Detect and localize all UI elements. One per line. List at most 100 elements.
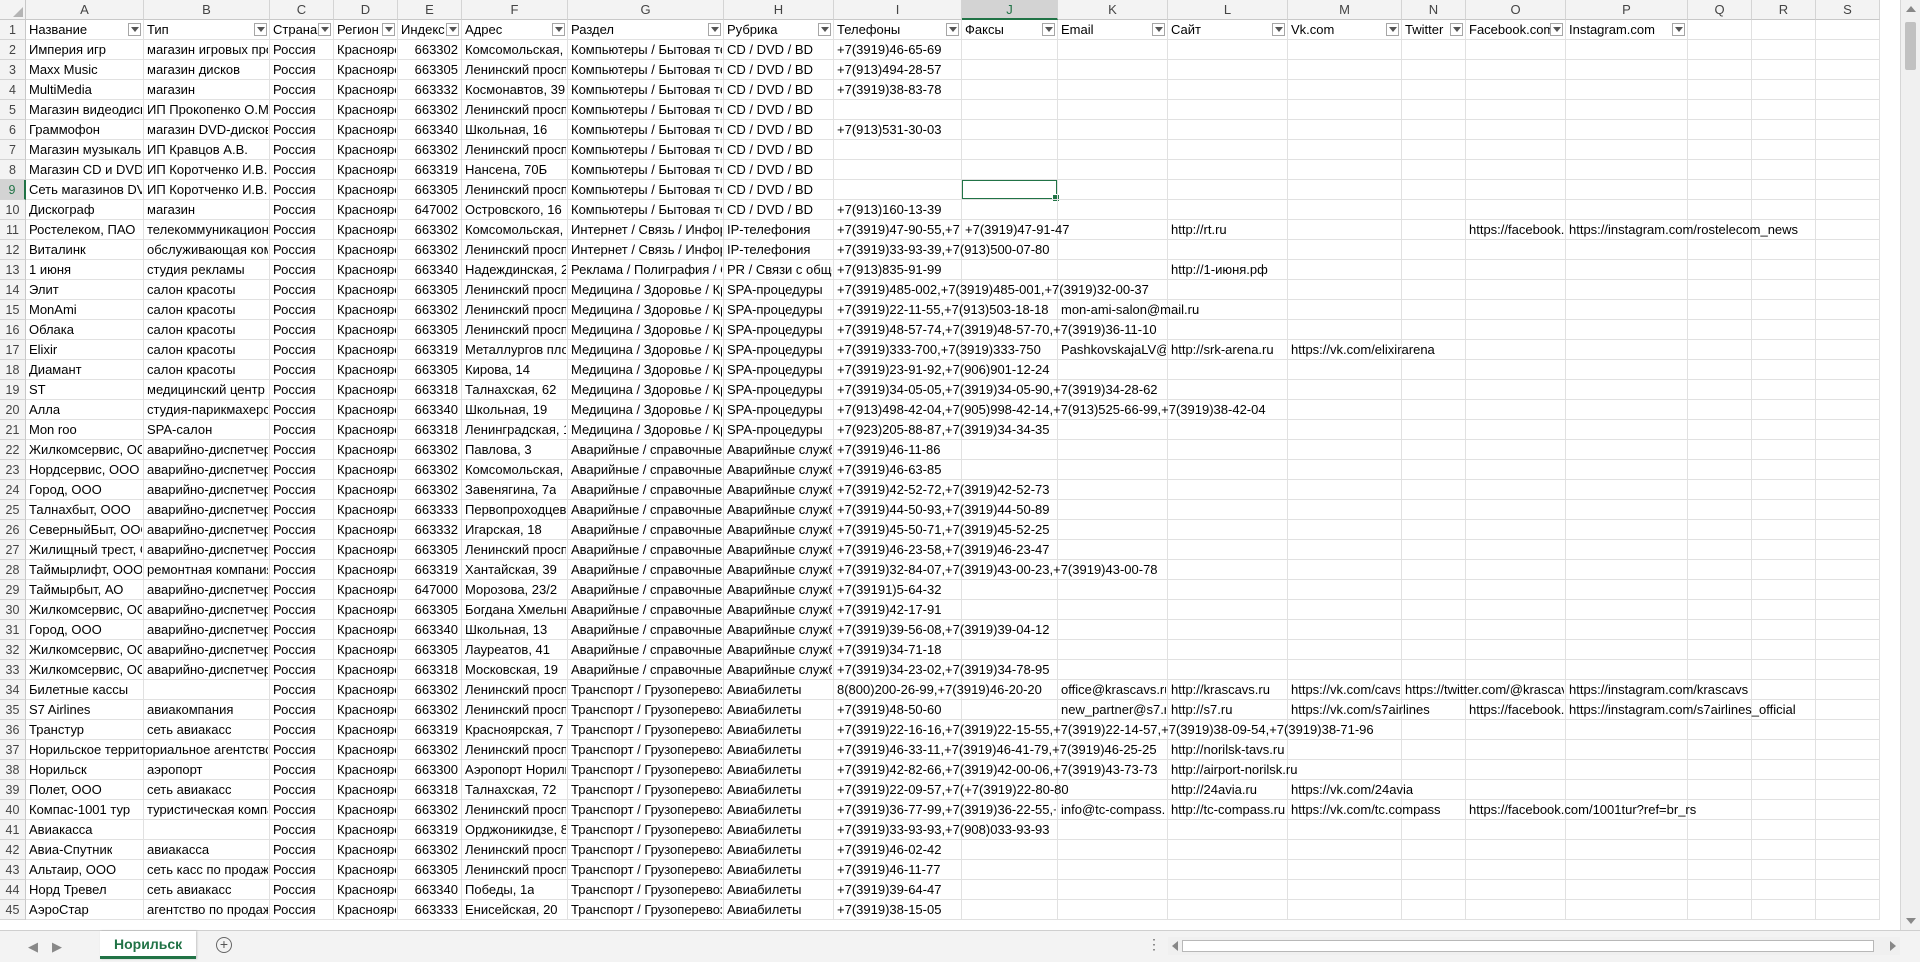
data-cell[interactable]: Россия — [270, 220, 334, 240]
data-cell[interactable]: Россия — [270, 520, 334, 540]
filter-dropdown-icon[interactable] — [1550, 23, 1563, 36]
data-cell[interactable]: Mon roo — [26, 420, 144, 440]
data-cell[interactable] — [1566, 260, 1688, 280]
data-cell[interactable]: Жилкомсервис, ООО — [26, 660, 144, 680]
data-cell[interactable]: https://instagram.com/krascavs — [1566, 680, 1748, 700]
row-header[interactable]: 41 — [0, 820, 26, 840]
data-cell[interactable]: Россия — [270, 900, 334, 920]
data-cell[interactable] — [1566, 200, 1688, 220]
data-cell[interactable]: S7 Airlines — [26, 700, 144, 720]
data-cell[interactable] — [1288, 360, 1402, 380]
data-cell[interactable] — [1752, 280, 1816, 300]
data-cell[interactable] — [1288, 60, 1402, 80]
data-cell[interactable]: Компьютеры / Бытовая техника — [568, 180, 724, 200]
data-cell[interactable]: Аварийные / справочные службы — [568, 440, 724, 460]
data-cell[interactable] — [144, 820, 270, 840]
data-cell[interactable]: Россия — [270, 700, 334, 720]
postal-code-cell[interactable]: 663305 — [398, 600, 462, 620]
postal-code-cell[interactable]: 663302 — [398, 800, 462, 820]
postal-code-cell[interactable]: 663305 — [398, 280, 462, 300]
row-header[interactable]: 27 — [0, 540, 26, 560]
data-cell[interactable]: Красноярский край — [334, 600, 398, 620]
postal-code-cell[interactable]: 663302 — [398, 740, 462, 760]
data-cell[interactable]: SPA-процедуры — [724, 360, 834, 380]
data-cell[interactable]: Авиабилеты — [724, 740, 834, 760]
postal-code-cell[interactable]: 663319 — [398, 820, 462, 840]
data-cell[interactable]: Аварийные / справочные службы — [568, 540, 724, 560]
data-cell[interactable]: http://s7.ru — [1168, 700, 1288, 720]
row-header[interactable]: 34 — [0, 680, 26, 700]
data-cell[interactable]: Красноярский край — [334, 140, 398, 160]
data-cell[interactable]: Красноярский край — [334, 420, 398, 440]
column-header-B[interactable]: B — [144, 0, 270, 20]
data-cell[interactable]: Транспорт / Грузоперевозки — [568, 700, 724, 720]
data-cell[interactable]: info@tc-compass.ru — [1058, 800, 1168, 820]
data-cell[interactable]: Аварийные службы — [724, 600, 834, 620]
data-cell[interactable] — [1402, 500, 1466, 520]
data-cell[interactable] — [1288, 740, 1402, 760]
data-cell[interactable]: сеть касс по продаже авиабилетов — [144, 860, 270, 880]
data-cell[interactable]: CD / DVD / BD — [724, 180, 834, 200]
data-cell[interactable] — [1752, 180, 1816, 200]
data-cell[interactable]: Транстур — [26, 720, 144, 740]
column-header-R[interactable]: R — [1752, 0, 1816, 20]
postal-code-cell[interactable]: 663305 — [398, 860, 462, 880]
data-cell[interactable] — [1058, 780, 1168, 800]
data-cell[interactable] — [1058, 240, 1168, 260]
data-cell[interactable] — [1288, 580, 1402, 600]
row-header[interactable]: 44 — [0, 880, 26, 900]
header-cell[interactable]: Индекс — [398, 20, 462, 40]
data-cell[interactable] — [1168, 180, 1288, 200]
data-cell[interactable] — [834, 180, 962, 200]
data-cell[interactable]: Аварийные / справочные службы — [568, 600, 724, 620]
scroll-up-arrow-icon[interactable] — [1906, 6, 1916, 12]
data-cell[interactable]: http://1-июня.рф — [1168, 260, 1288, 280]
data-cell[interactable] — [962, 460, 1058, 480]
data-cell[interactable]: http://24avia.ru — [1168, 780, 1288, 800]
data-cell[interactable]: mon-ami-salon@mail.ru — [1058, 300, 1199, 320]
data-cell[interactable]: Россия — [270, 780, 334, 800]
data-cell[interactable]: аварийно-диспетчерская служба — [144, 620, 270, 640]
data-cell[interactable] — [1688, 380, 1752, 400]
postal-code-cell[interactable]: 663340 — [398, 620, 462, 640]
data-cell[interactable]: ИП Коротченко И.В. — [144, 180, 270, 200]
data-cell[interactable]: +7(3919)32-84-07,+7(3919)43-00-23,+7(391… — [834, 560, 1158, 580]
data-cell[interactable] — [1752, 140, 1816, 160]
column-header-I[interactable]: I — [834, 0, 962, 20]
data-cell[interactable]: аварийно-диспетчерская служба — [144, 640, 270, 660]
data-cell[interactable] — [1168, 860, 1288, 880]
data-cell[interactable] — [1688, 300, 1752, 320]
data-cell[interactable] — [1288, 320, 1402, 340]
data-cell[interactable]: +7(913)531-30-03 — [834, 120, 962, 140]
data-cell[interactable]: +7(3919)46-11-77 — [834, 860, 962, 880]
data-cell[interactable]: Красноярский край — [334, 580, 398, 600]
data-cell[interactable]: SPA-процедуры — [724, 300, 834, 320]
data-cell[interactable] — [1058, 620, 1168, 640]
data-cell[interactable]: Аварийные службы — [724, 660, 834, 680]
postal-code-cell[interactable]: 663302 — [398, 440, 462, 460]
data-cell[interactable]: Россия — [270, 820, 334, 840]
data-cell[interactable] — [1058, 640, 1168, 660]
data-cell[interactable] — [1288, 660, 1402, 680]
data-cell[interactable]: Интернет / Связь / Информационные услуги — [568, 240, 724, 260]
header-cell[interactable]: Страна — [270, 20, 334, 40]
data-cell[interactable]: +7(3919)45-50-71,+7(3919)45-52-25 — [834, 520, 1050, 540]
data-cell[interactable] — [1466, 580, 1566, 600]
data-cell[interactable]: Красноярский край — [334, 460, 398, 480]
filter-dropdown-icon[interactable] — [318, 23, 331, 36]
data-cell[interactable] — [1688, 740, 1752, 760]
data-cell[interactable] — [1688, 540, 1752, 560]
data-cell[interactable] — [1752, 200, 1816, 220]
data-cell[interactable] — [1466, 720, 1566, 740]
data-cell[interactable] — [1402, 100, 1466, 120]
data-cell[interactable]: Нансена, 70Б — [462, 160, 568, 180]
header-cell[interactable]: Телефоны — [834, 20, 962, 40]
data-cell[interactable] — [962, 700, 1058, 720]
data-cell[interactable] — [1402, 460, 1466, 480]
data-cell[interactable] — [1402, 620, 1466, 640]
data-cell[interactable]: Авиабилеты — [724, 900, 834, 920]
data-cell[interactable]: Красноярский край — [334, 740, 398, 760]
data-cell[interactable] — [1288, 600, 1402, 620]
data-cell[interactable]: Россия — [270, 860, 334, 880]
data-cell[interactable] — [1816, 240, 1880, 260]
